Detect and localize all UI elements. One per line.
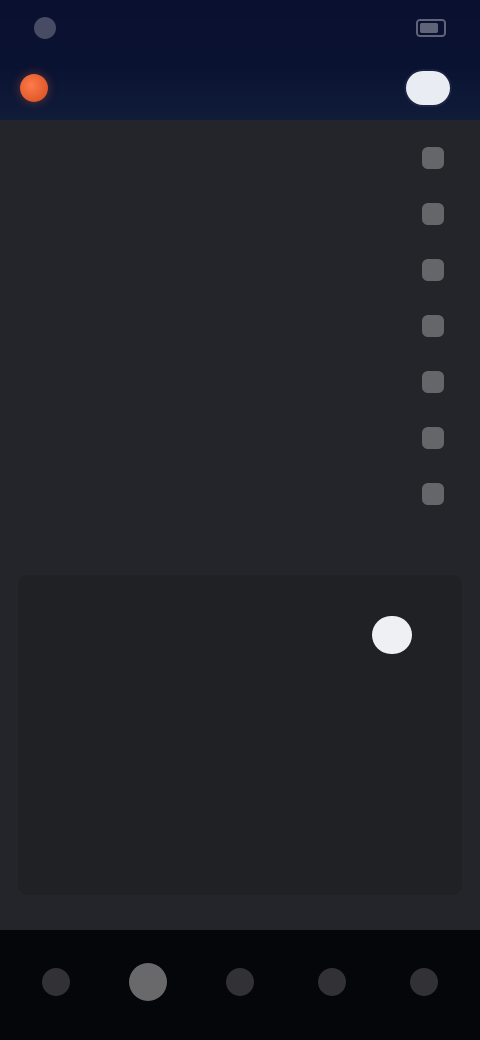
nav-item-5[interactable] <box>389 950 459 1020</box>
nav-icon <box>318 968 346 996</box>
list-item-right <box>412 203 444 225</box>
toggle-icon[interactable] <box>422 483 444 505</box>
list-item[interactable] <box>18 130 462 186</box>
list-item-right <box>412 259 444 281</box>
battery-icon <box>416 19 446 37</box>
toggle-icon[interactable] <box>422 427 444 449</box>
bottom-action-right-button[interactable] <box>422 877 442 893</box>
toggle-icon[interactable] <box>422 259 444 281</box>
header <box>0 58 480 118</box>
header-left <box>20 74 58 102</box>
more-button[interactable] <box>222 544 258 556</box>
nav-item-4[interactable] <box>297 950 367 1020</box>
nav-icon <box>129 963 167 1001</box>
nav-item-1[interactable] <box>21 950 91 1020</box>
status-left <box>34 17 66 39</box>
status-right <box>406 19 446 37</box>
list-item-right <box>412 371 444 393</box>
segment-active-button[interactable] <box>372 616 412 654</box>
more-row <box>0 530 480 570</box>
nav-item-2[interactable] <box>113 950 183 1020</box>
bottom-action-center-button[interactable] <box>230 877 250 893</box>
status-indicator-icon <box>34 17 56 39</box>
status-bar <box>0 0 480 56</box>
toggle-icon[interactable] <box>422 147 444 169</box>
toggle-icon[interactable] <box>422 315 444 337</box>
nav-icon <box>42 968 70 996</box>
list-item[interactable] <box>18 466 462 522</box>
logo-icon[interactable] <box>20 74 48 102</box>
list-item[interactable] <box>18 354 462 410</box>
toggle-icon[interactable] <box>422 371 444 393</box>
nav-icon <box>226 968 254 996</box>
segmented-control <box>372 616 438 654</box>
options-section <box>18 575 462 895</box>
list-item-right <box>412 147 444 169</box>
list-item[interactable] <box>18 186 462 242</box>
settings-list <box>18 130 462 522</box>
list-item-right <box>412 427 444 449</box>
top-bar <box>0 0 480 120</box>
header-action-button[interactable] <box>406 71 450 105</box>
list-item[interactable] <box>18 242 462 298</box>
bottom-actions <box>0 855 480 915</box>
list-item[interactable] <box>18 410 462 466</box>
section-row <box>18 605 462 665</box>
nav-icon <box>410 968 438 996</box>
list-item-right <box>412 315 444 337</box>
nav-item-3[interactable] <box>205 950 275 1020</box>
main-panel <box>0 120 480 930</box>
toggle-icon[interactable] <box>422 203 444 225</box>
bottom-action-left-button[interactable] <box>38 877 58 893</box>
bottom-nav <box>0 930 480 1040</box>
list-item-right <box>412 483 444 505</box>
list-item[interactable] <box>18 298 462 354</box>
